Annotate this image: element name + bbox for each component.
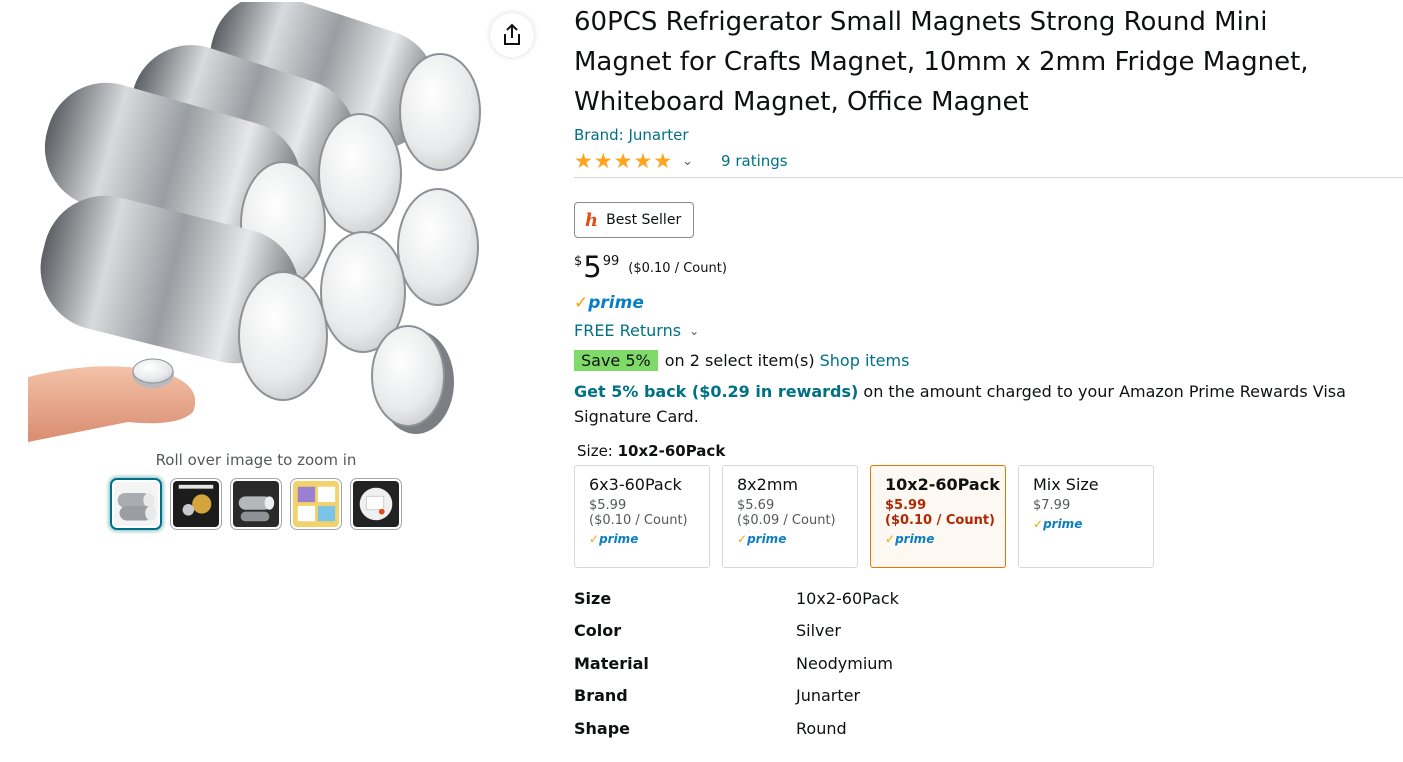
prime-text: prime bbox=[599, 532, 639, 546]
swatch-name: 10x2-60Pack bbox=[885, 475, 1000, 494]
rewards-offer: Get 5% back ($0.29 in rewards) on the am… bbox=[574, 379, 1403, 429]
prime-text: prime bbox=[895, 532, 935, 546]
spec-value: Neodymium bbox=[796, 653, 893, 673]
size-selector-label: Size: 10x2-60Pack bbox=[577, 442, 1403, 460]
spec-row: Material Neodymium bbox=[574, 647, 1174, 680]
prime-check-icon: ✓ bbox=[737, 532, 748, 546]
chevron-down-icon: ⌄ bbox=[689, 323, 700, 338]
thumb-usage-scenes[interactable] bbox=[290, 478, 342, 530]
spec-value: Junarter bbox=[796, 686, 861, 706]
prime-check-icon: ✓ bbox=[589, 532, 600, 546]
prime-check-icon: ✓ bbox=[1033, 517, 1044, 531]
size-swatch-8x2mm[interactable]: 8x2mm $5.69 ($0.09 / Count) ✓ prime bbox=[722, 465, 858, 568]
spec-row: Shape Round bbox=[574, 712, 1174, 745]
star-rating[interactable]: ★ ★ ★ ★ ★ bbox=[574, 149, 673, 173]
product-info: 60PCS Refrigerator Small Magnets Strong … bbox=[574, 0, 1403, 745]
ratings-row: ★ ★ ★ ★ ★ ⌄ 9 ratings bbox=[574, 150, 1403, 172]
thumb-magnets-stack[interactable] bbox=[110, 478, 162, 530]
price-symbol: $ bbox=[574, 254, 583, 269]
product-specs-table: Size 10x2-60Pack Color Silver Material N… bbox=[574, 582, 1174, 745]
swatch-unit-price: ($0.09 / Count) bbox=[737, 513, 836, 528]
swatch-name: 8x2mm bbox=[737, 475, 798, 494]
star-icon: ★ bbox=[574, 149, 593, 173]
size-swatches: 6x3-60Pack $5.99 ($0.10 / Count) ✓ prime … bbox=[574, 465, 1403, 568]
divider bbox=[574, 177, 1403, 178]
spec-row: Size 10x2-60Pack bbox=[574, 582, 1174, 615]
size-selected-value: 10x2-60Pack bbox=[617, 442, 726, 460]
share-icon bbox=[504, 23, 520, 45]
spec-key: Brand bbox=[574, 686, 628, 706]
media-column: Roll over image to zoom in bbox=[0, 0, 550, 762]
price-fraction: 99 bbox=[602, 254, 620, 269]
star-icon: ★ bbox=[593, 149, 613, 173]
prime-text: prime bbox=[747, 532, 787, 546]
swatch-name: 6x3-60Pack bbox=[589, 475, 682, 494]
size-swatch-mix-size[interactable]: Mix Size $7.99 ✓ prime bbox=[1018, 465, 1154, 568]
thumb-strong-magnets[interactable] bbox=[230, 478, 282, 530]
spec-key: Color bbox=[574, 621, 622, 641]
free-returns-link[interactable]: FREE Returns ⌄ bbox=[574, 321, 1403, 340]
product-title: 60PCS Refrigerator Small Magnets Strong … bbox=[574, 7, 1309, 117]
swatch-price: $5.69 bbox=[737, 498, 775, 513]
thumb-whiteboard-use[interactable] bbox=[350, 478, 402, 530]
brand-link[interactable]: Brand: Junarter bbox=[574, 126, 689, 144]
prime-text: prime bbox=[1043, 517, 1083, 531]
best-seller-icon: h bbox=[585, 209, 599, 231]
spec-key: Shape bbox=[574, 718, 631, 738]
main-product-image[interactable] bbox=[28, 0, 484, 448]
swatch-price: $7.99 bbox=[1033, 498, 1071, 513]
size-swatch-6x3-60pack[interactable]: 6x3-60Pack $5.99 ($0.10 / Count) ✓ prime bbox=[574, 465, 710, 568]
rewards-link[interactable]: Get 5% back ($0.29 in rewards) bbox=[574, 382, 858, 401]
star-icon: ★ bbox=[613, 149, 633, 173]
save-text: on 2 select item(s) bbox=[664, 351, 815, 370]
zoom-hint: Roll over image to zoom in bbox=[155, 451, 357, 469]
ratings-count-link[interactable]: 9 ratings bbox=[721, 152, 788, 170]
price-whole: 5 bbox=[583, 250, 602, 284]
prime-logo: ✓ prime bbox=[589, 532, 709, 546]
spec-key: Size bbox=[574, 588, 612, 608]
coupon-row: Save 5% on 2 select item(s) Shop items bbox=[574, 350, 1403, 371]
star-icon: ★ bbox=[633, 149, 653, 173]
prime-logo: ✓ prime bbox=[885, 532, 1005, 546]
thumbnail-strip bbox=[110, 478, 402, 530]
price-block: $ 5 99 ($0.10 / Count) bbox=[574, 252, 1403, 286]
spec-row: Brand Junarter bbox=[574, 680, 1174, 713]
swatch-unit-price: ($0.10 / Count) bbox=[885, 513, 995, 528]
spec-row: Color Silver bbox=[574, 615, 1174, 648]
size-swatch-10x2-60pack[interactable]: 10x2-60Pack $5.99 ($0.10 / Count) ✓ prime bbox=[870, 465, 1006, 568]
prime-text: prime bbox=[588, 293, 644, 313]
share-button[interactable] bbox=[490, 13, 534, 57]
swatch-price: $5.99 bbox=[589, 498, 627, 513]
prime-logo[interactable]: ✓ prime bbox=[574, 293, 644, 315]
prime-logo: ✓ prime bbox=[737, 532, 857, 546]
best-seller-label: Best Seller bbox=[606, 212, 682, 228]
spec-value: 10x2-60Pack bbox=[796, 588, 899, 608]
unit-price: ($0.10 / Count) bbox=[628, 261, 727, 276]
swatch-unit-price: ($0.10 / Count) bbox=[589, 513, 688, 528]
prime-check-icon: ✓ bbox=[885, 532, 896, 546]
thumb-product-size[interactable] bbox=[170, 478, 222, 530]
size-label-prefix: Size: bbox=[577, 442, 618, 460]
best-seller-badge[interactable]: h Best Seller bbox=[574, 202, 695, 238]
spec-value: Round bbox=[796, 718, 847, 738]
prime-logo: ✓ prime bbox=[1033, 517, 1153, 531]
spec-key: Material bbox=[574, 653, 649, 673]
star-icon: ★ bbox=[653, 149, 673, 173]
swatch-price: $5.99 bbox=[885, 498, 927, 513]
free-returns-label: FREE Returns bbox=[574, 321, 682, 340]
save-badge: Save 5% bbox=[574, 350, 658, 371]
shop-items-link[interactable]: Shop items bbox=[820, 351, 910, 370]
spec-value: Silver bbox=[796, 621, 841, 641]
swatch-name: Mix Size bbox=[1033, 475, 1099, 494]
chevron-down-icon[interactable]: ⌄ bbox=[682, 154, 693, 169]
prime-check-icon: ✓ bbox=[574, 293, 589, 313]
